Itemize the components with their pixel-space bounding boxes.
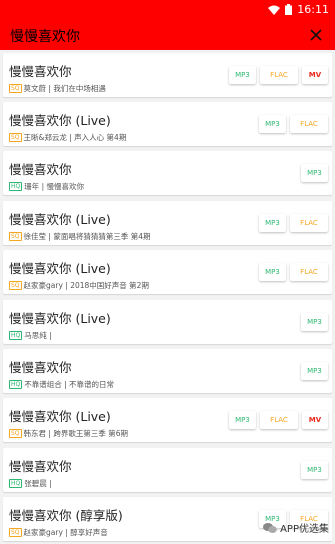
flac-button[interactable]: FLAC	[260, 66, 298, 84]
song-title: 慢慢喜欢你	[9, 162, 72, 177]
song-meta: SQ 赵家豪gary | 2018中国好声音 第2期	[9, 280, 149, 291]
song-meta: HQ 张碧晨 |	[9, 478, 52, 489]
artist-album: 张碧晨 |	[24, 479, 52, 488]
song-title: 慢慢喜欢你	[9, 360, 72, 375]
download-buttons: MP3	[301, 362, 328, 380]
app-bar: 慢慢喜欢你	[0, 20, 335, 50]
download-buttons: MP3 FLAC MV	[229, 411, 328, 429]
close-icon[interactable]	[307, 26, 325, 44]
song-meta: SQ 赵家豪gary | 醇享好声音	[9, 527, 108, 538]
download-buttons: MP3	[301, 164, 328, 182]
artist-album: 珊年 | 慢慢喜欢你	[24, 182, 85, 191]
quality-badge: HQ	[9, 479, 23, 488]
song-title: 慢慢喜欢你 (Live)	[9, 409, 111, 424]
song-meta: HQ 马思纯 |	[9, 330, 52, 341]
mp3-button[interactable]: MP3	[301, 164, 328, 182]
mp3-button[interactable]: MP3	[229, 66, 256, 84]
song-title: 慢慢喜欢你 (Live)	[9, 212, 111, 227]
mp3-button[interactable]: MP3	[259, 263, 286, 281]
song-meta: SQ 王晰&郑云龙 | 声入人心 第4期	[9, 132, 126, 143]
artist-album: 徐佳莹 | 蒙面唱将猜猜猜第三季 第4期	[23, 232, 151, 241]
flac-button[interactable]: FLAC	[290, 263, 328, 281]
download-buttons: MP3 FLAC MV	[229, 66, 328, 84]
quality-badge: SQ	[9, 281, 22, 290]
song-row[interactable]: 慢慢喜欢你 HQ 张碧晨 | MP3	[3, 448, 332, 492]
download-buttons: MP3	[301, 313, 328, 331]
mv-button[interactable]: MV	[302, 66, 328, 84]
artist-album: 赵家豪gary | 2018中国好声音 第2期	[23, 281, 149, 290]
artist-album: 赵家豪gary | 醇享好声音	[23, 528, 108, 537]
song-title: 慢慢喜欢你 (Live)	[9, 113, 111, 128]
status-time: 16:11	[297, 3, 329, 16]
artist-album: 韩东君 | 跨界歌王第三季 第6期	[23, 429, 128, 438]
mp3-button[interactable]: MP3	[229, 411, 256, 429]
mp3-button[interactable]: MP3	[301, 461, 328, 479]
mp3-button[interactable]: MP3	[259, 214, 286, 232]
quality-badge: SQ	[9, 84, 22, 93]
wechat-icon	[263, 522, 277, 533]
artist-album: 不靠谱组合 | 不靠谱的日常	[24, 380, 115, 389]
download-buttons: MP3	[301, 461, 328, 479]
song-meta: SQ 徐佳莹 | 蒙面唱将猜猜猜第三季 第4期	[9, 231, 150, 242]
quality-badge: HQ	[9, 182, 23, 191]
song-meta: HQ 不靠谱组合 | 不靠谱的日常	[9, 379, 114, 390]
quality-badge: SQ	[9, 232, 22, 241]
quality-badge: SQ	[9, 429, 22, 438]
battery-icon	[285, 4, 293, 15]
wifi-icon	[268, 5, 281, 15]
song-row[interactable]: 慢慢喜欢你 HQ 不靠谱组合 | 不靠谱的日常 MP3	[3, 349, 332, 393]
song-row[interactable]: 慢慢喜欢你 HQ 珊年 | 慢慢喜欢你 MP3	[3, 151, 332, 195]
flac-button[interactable]: FLAC	[290, 115, 328, 133]
quality-badge: SQ	[9, 528, 22, 537]
song-row[interactable]: 慢慢喜欢你 (Live) SQ 韩东君 | 跨界歌王第三季 第6期 MP3 FLAC MV	[3, 398, 332, 442]
song-title: 慢慢喜欢你	[9, 459, 72, 474]
song-title: 慢慢喜欢你 (醇享版)	[9, 508, 123, 523]
page-title: 慢慢喜欢你	[10, 29, 80, 45]
song-title: 慢慢喜欢你	[9, 64, 72, 79]
artist-album: 马思纯 |	[24, 331, 52, 340]
flac-button[interactable]: FLAC	[290, 214, 328, 232]
song-title: 慢慢喜欢你 (Live)	[9, 311, 111, 326]
artist-album: 王晰&郑云龙 | 声入人心 第4期	[23, 133, 127, 142]
flac-button[interactable]: FLAC	[260, 411, 298, 429]
mp3-button[interactable]: MP3	[301, 362, 328, 380]
status-bar: 16:11	[0, 0, 335, 20]
download-buttons: MP3 FLAC	[259, 214, 328, 232]
watermark-text: APP优选集	[280, 524, 329, 535]
download-buttons: MP3 FLAC	[259, 263, 328, 281]
quality-badge: SQ	[9, 133, 22, 142]
mp3-button[interactable]: MP3	[259, 115, 286, 133]
mv-button[interactable]: MV	[302, 411, 328, 429]
download-buttons: MP3 FLAC	[259, 115, 328, 133]
artist-album: 莫文蔚 | 我们在中场相遇	[23, 84, 106, 93]
song-title: 慢慢喜欢你 (Live)	[9, 261, 111, 276]
song-meta: HQ 珊年 | 慢慢喜欢你	[9, 181, 84, 192]
song-meta: SQ 莫文蔚 | 我们在中场相遇	[9, 83, 106, 94]
song-row[interactable]: 慢慢喜欢你 SQ 莫文蔚 | 我们在中场相遇 MP3 FLAC MV	[3, 53, 332, 97]
quality-badge: HQ	[9, 380, 23, 389]
song-row[interactable]: 慢慢喜欢你 (Live) SQ 徐佳莹 | 蒙面唱将猜猜猜第三季 第4期 MP3 FLA…	[3, 201, 332, 245]
watermark: APP优选集	[263, 520, 329, 535]
song-row[interactable]: 慢慢喜欢你 (Live) HQ 马思纯 | MP3	[3, 300, 332, 344]
status-icons: 16:11	[268, 3, 329, 16]
song-meta: SQ 韩东君 | 跨界歌王第三季 第6期	[9, 428, 128, 439]
mp3-button[interactable]: MP3	[301, 313, 328, 331]
quality-badge: HQ	[9, 331, 23, 340]
song-row[interactable]: 慢慢喜欢你 (Live) SQ 赵家豪gary | 2018中国好声音 第2期 MP3…	[3, 250, 332, 294]
song-row[interactable]: 慢慢喜欢你 (Live) SQ 王晰&郑云龙 | 声入人心 第4期 MP3 FLAC	[3, 102, 332, 146]
